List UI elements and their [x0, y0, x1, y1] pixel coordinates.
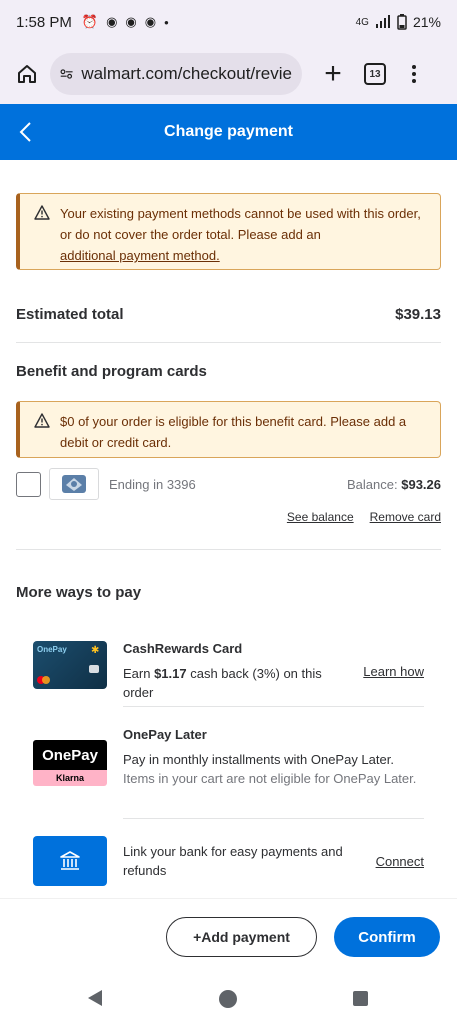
benefit-card-image	[49, 468, 99, 500]
signal-icon	[375, 15, 390, 28]
link-bank-body: Link your bank for easy payments and ref…	[123, 842, 368, 880]
page-title: Change payment	[164, 123, 293, 140]
nav-back-icon[interactable]	[88, 990, 102, 1006]
payment-warning-alert: Your existing payment methods cannot be …	[16, 193, 441, 270]
lte-icon: 4G	[355, 16, 369, 28]
tab-switcher-button[interactable]: 13	[364, 63, 386, 85]
onepay-later-option[interactable]: OnePay Klarna OnePay Later Pay in monthl…	[33, 727, 424, 788]
url-text: walmart.com/checkout/revie	[81, 64, 292, 83]
walmart-spark-icon: ✱	[91, 645, 100, 656]
card-ending: Ending in 3396	[109, 476, 196, 492]
nav-recents-icon[interactable]	[353, 991, 368, 1006]
dot-icon: •	[164, 14, 169, 30]
benefit-card-row: Ending in 3396 Balance: $93.26	[16, 468, 441, 500]
benefit-alert-text: $0 of your order is eligible for this be…	[60, 414, 407, 450]
add-payment-button[interactable]: +Add payment	[166, 917, 317, 957]
divider	[123, 706, 424, 707]
learn-how-link[interactable]: Learn how	[363, 664, 424, 679]
url-bar[interactable]: walmart.com/checkout/revie	[50, 53, 302, 95]
divider	[16, 342, 441, 343]
chrome-icon: ◉	[106, 14, 118, 29]
remove-card-link[interactable]: Remove card	[370, 510, 441, 524]
status-time: 1:58 PM	[16, 13, 72, 31]
more-ways-title: More ways to pay	[16, 584, 142, 601]
onepay-later-ineligible: Items in your cart are not eligible for …	[123, 771, 417, 786]
link-bank-option[interactable]: Link your bank for easy payments and ref…	[33, 836, 424, 886]
page-header: Change payment	[0, 104, 457, 160]
divider	[16, 549, 441, 550]
warning-icon	[34, 413, 52, 448]
balance-label: Balance:	[347, 476, 398, 492]
system-nav-bar	[0, 976, 457, 1023]
benefit-warning-alert: $0 of your order is eligible for this be…	[16, 401, 441, 458]
klarna-logo-text: Klarna	[33, 770, 107, 786]
connect-link[interactable]: Connect	[376, 854, 424, 869]
cashrewards-card-image: OnePay ✱	[33, 641, 107, 689]
benefit-section-title: Benefit and program cards	[16, 363, 207, 380]
chrome-icon: ◉	[125, 14, 137, 29]
battery-percent: 21%	[412, 14, 441, 30]
onepay-card-text: OnePay	[37, 645, 67, 654]
back-arrow-icon[interactable]	[18, 118, 46, 146]
browser-toolbar: walmart.com/checkout/revie + 13	[0, 44, 457, 104]
add-payment-method-link[interactable]: additional payment method.	[60, 248, 220, 263]
card-balance: Balance: $93.26	[347, 477, 441, 492]
status-icons-right: 4G 21%	[356, 14, 441, 30]
warning-icon	[34, 205, 52, 260]
onepay-later-logo: OnePay Klarna	[33, 727, 107, 788]
more-menu-icon[interactable]	[412, 65, 416, 83]
cashrewards-title: CashRewards Card	[123, 641, 243, 656]
status-bar: 1:58 PM ⏰ ◉ ◉ ◉ • 4G 21%	[0, 0, 457, 44]
cashrewards-option[interactable]: OnePay ✱ CashRewards Card Earn $1.17 cas…	[33, 641, 424, 702]
cashrewards-desc: Earn $1.17 cash back (3%) on this order	[123, 666, 322, 700]
alarm-icon: ⏰	[81, 14, 99, 29]
estimated-total-value: $39.13	[395, 306, 441, 323]
new-tab-icon[interactable]: +	[316, 59, 350, 89]
link-bank-desc: Link your bank for easy payments and ref…	[123, 844, 343, 878]
confirm-button[interactable]: Confirm	[334, 917, 440, 957]
card-links: See balance Remove card	[287, 510, 441, 524]
card-chip-icon	[89, 665, 99, 673]
status-icons-left: ⏰ ◉ ◉ ◉ •	[82, 14, 169, 30]
divider	[123, 818, 424, 819]
tab-count: 13	[369, 68, 381, 80]
battery-icon	[397, 14, 407, 30]
nav-home-icon[interactable]	[219, 990, 237, 1008]
cashrewards-body: CashRewards Card Earn $1.17 cash back (3…	[123, 641, 355, 702]
onepay-logo-text: OnePay	[33, 740, 107, 770]
onepay-later-desc: Pay in monthly installments with OnePay …	[123, 752, 394, 767]
onepay-later-body: OnePay Later Pay in monthly installments…	[123, 727, 424, 788]
estimated-total-row: Estimated total $39.13	[16, 306, 441, 323]
estimated-total-label: Estimated total	[16, 306, 124, 323]
site-settings-icon[interactable]	[60, 67, 73, 81]
see-balance-link[interactable]: See balance	[287, 510, 354, 524]
bottom-action-bar: +Add payment Confirm	[0, 898, 457, 976]
balance-value: $93.26	[401, 476, 441, 492]
onepay-later-title: OnePay Later	[123, 727, 207, 742]
alert-message: Your existing payment methods cannot be …	[60, 206, 421, 242]
home-icon[interactable]	[10, 57, 44, 91]
bank-icon	[33, 836, 107, 886]
benefit-card-checkbox[interactable]	[16, 471, 41, 497]
alert-text: Your existing payment methods cannot be …	[60, 203, 428, 263]
chrome-icon: ◉	[144, 14, 157, 29]
